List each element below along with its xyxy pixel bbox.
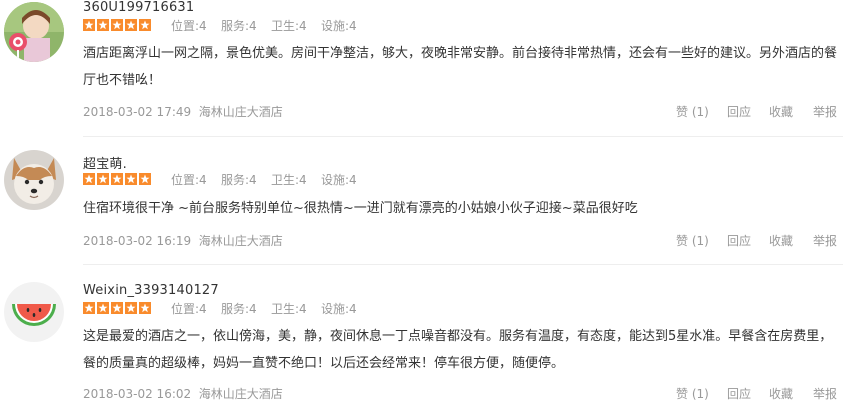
score-hygiene: 卫生:4	[271, 19, 307, 33]
collect-button[interactable]: 收藏	[769, 103, 793, 120]
score-hygiene: 卫生:4	[271, 173, 307, 187]
hotel-link[interactable]: 海林山庄大酒店	[199, 234, 283, 248]
review-content: 住宿环境很干净 ~前台服务特别单位~很热情~一进门就有漂亮的小姑娘小伙子迎接~菜…	[83, 201, 638, 216]
star-icon	[97, 173, 109, 185]
divider	[83, 136, 843, 137]
reply-button[interactable]: 回应	[727, 232, 751, 249]
score-service: 服务:4	[221, 19, 257, 33]
reply-button[interactable]: 回应	[727, 385, 751, 402]
star-icon	[125, 173, 137, 185]
report-button[interactable]: 举报	[813, 232, 837, 249]
rating-stars	[83, 19, 151, 31]
score-location: 位置:4	[171, 302, 207, 316]
star-icon	[83, 302, 95, 314]
star-icon	[139, 19, 151, 31]
username[interactable]: Weixin_3393140127	[83, 283, 219, 298]
star-icon	[125, 19, 137, 31]
score-facility: 设施:4	[321, 173, 357, 187]
review-time: 2018-03-02 16:19	[83, 234, 192, 248]
star-icon	[83, 173, 95, 185]
rating-stars	[83, 173, 151, 185]
review-time: 2018-03-02 16:02	[83, 387, 192, 401]
score-hygiene: 卫生:4	[271, 302, 307, 316]
like-button[interactable]: 赞 (1)	[676, 385, 709, 402]
star-icon	[125, 302, 137, 314]
collect-button[interactable]: 收藏	[769, 232, 793, 249]
star-icon	[83, 19, 95, 31]
collect-button[interactable]: 收藏	[769, 385, 793, 402]
like-button[interactable]: 赞 (1)	[676, 103, 709, 120]
review-content: 酒店距离浮山一网之隔，景色优美。房间干净整洁，够大，夜晚非常安静。前台接待非常热…	[83, 46, 838, 88]
score-facility: 设施:4	[321, 19, 357, 33]
rating-stars	[83, 302, 151, 314]
avatar[interactable]	[4, 150, 64, 210]
report-button[interactable]: 举报	[813, 385, 837, 402]
star-icon	[111, 302, 123, 314]
divider	[83, 264, 843, 265]
score-location: 位置:4	[171, 173, 207, 187]
avatar[interactable]	[4, 2, 64, 62]
corgi-dog-avatar	[4, 150, 64, 210]
star-icon	[111, 173, 123, 185]
review-meta: 2018-03-02 16:19 海林山庄大酒店	[83, 232, 283, 249]
reply-button[interactable]: 回应	[727, 103, 751, 120]
username[interactable]: 360U199716631	[83, 0, 194, 15]
star-icon	[97, 19, 109, 31]
hotel-link[interactable]: 海林山庄大酒店	[199, 105, 283, 119]
avatar[interactable]	[4, 282, 64, 342]
score-service: 服务:4	[221, 173, 257, 187]
review-time: 2018-03-02 17:49	[83, 105, 192, 119]
score-location: 位置:4	[171, 19, 207, 33]
star-icon	[97, 302, 109, 314]
review-meta: 2018-03-02 16:02 海林山庄大酒店	[83, 385, 283, 402]
username[interactable]: 超宝萌.	[83, 153, 127, 172]
review-meta: 2018-03-02 17:49 海林山庄大酒店	[83, 103, 283, 120]
like-button[interactable]: 赞 (1)	[676, 232, 709, 249]
score-service: 服务:4	[221, 302, 257, 316]
hotel-link[interactable]: 海林山庄大酒店	[199, 387, 283, 401]
report-button[interactable]: 举报	[813, 103, 837, 120]
star-icon	[139, 173, 151, 185]
star-icon	[111, 19, 123, 31]
review-content: 这是最爱的酒店之一，依山傍海，美，静，夜间休息一丁点噪音都没有。服务有温度，有态…	[83, 329, 833, 371]
girl-with-lollipop-avatar	[4, 2, 64, 62]
star-icon	[139, 302, 151, 314]
watermelon-slice-avatar	[4, 282, 64, 342]
score-facility: 设施:4	[321, 302, 357, 316]
